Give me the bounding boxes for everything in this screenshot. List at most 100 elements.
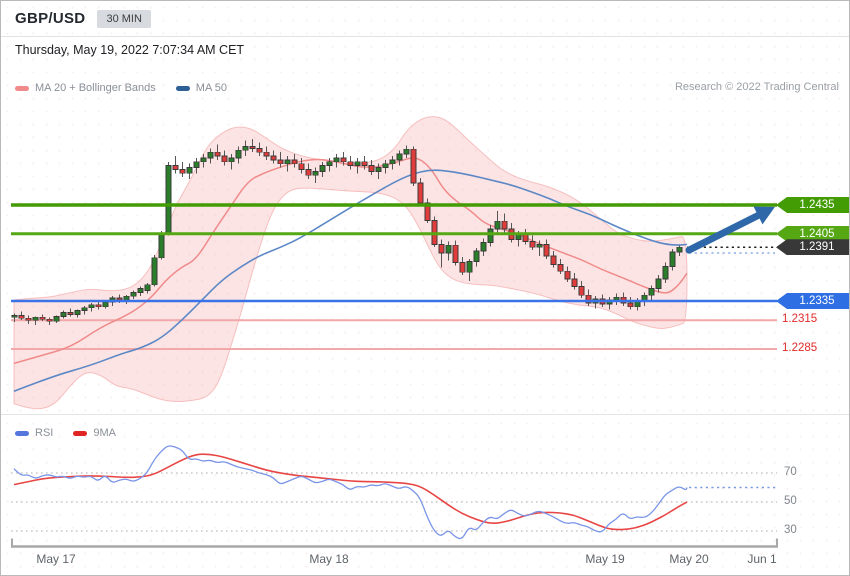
candle-up xyxy=(228,157,235,163)
candle-up xyxy=(32,316,39,321)
candle-up xyxy=(186,167,193,174)
ma20-bollinger-legend-label: MA 20 + Bollinger Bands xyxy=(35,82,156,94)
candle-up xyxy=(81,307,88,312)
x-axis-label-may-20: May 20 xyxy=(669,552,709,566)
candle-up xyxy=(102,301,109,308)
candle-down xyxy=(501,220,508,230)
candle-down xyxy=(361,161,368,167)
candle-down xyxy=(172,165,179,170)
candle-up xyxy=(382,163,389,168)
candle-down xyxy=(291,159,298,165)
candle-up xyxy=(480,242,487,252)
candle-up xyxy=(53,315,60,322)
rsi-9ma-swatch-icon xyxy=(73,430,88,436)
candle-up xyxy=(200,157,207,163)
legend-item-ma20-bollinger: MA 20 + Bollinger Bands xyxy=(15,82,156,94)
candle-down xyxy=(368,165,375,172)
panel-divider xyxy=(1,414,849,415)
legend-item-9ma: 9MA xyxy=(73,427,116,439)
rsi-scale-label-50: 50 xyxy=(784,495,797,507)
ma20-bollinger-swatch-icon xyxy=(15,85,29,91)
candle-down xyxy=(249,146,256,149)
candle-down xyxy=(410,148,417,184)
candle-down xyxy=(550,255,557,265)
candle-down xyxy=(95,304,102,308)
candle-up xyxy=(466,261,473,273)
trading-central-chart-widget: GBP/USD 30 MIN Thursday, May 19, 2022 7:… xyxy=(0,0,850,576)
candle-up xyxy=(473,250,480,263)
candle-down xyxy=(417,182,424,204)
candle-up xyxy=(137,288,144,293)
candle-down xyxy=(578,286,585,296)
candle-up xyxy=(487,228,494,243)
attribution-text: Research © 2022 Trading Central xyxy=(674,81,839,93)
symbol-title: GBP/USD xyxy=(15,10,86,27)
x-axis-label-jun-1: Jun 1 xyxy=(747,552,777,566)
rsi-9ma-line xyxy=(13,453,688,531)
candle-down xyxy=(459,262,466,273)
candle-up xyxy=(669,251,676,267)
x-axis-label-may-19: May 19 xyxy=(585,552,625,566)
legend-item-rsi: RSI xyxy=(15,427,53,439)
candle-up xyxy=(242,146,249,151)
ma50-swatch-icon xyxy=(175,85,190,91)
candle-up xyxy=(319,165,326,172)
rsi-scale-label-30: 30 xyxy=(784,524,797,536)
candle-down xyxy=(529,241,536,248)
candle-up xyxy=(445,244,452,254)
rsi-9ma-legend-label: 9MA xyxy=(93,427,116,439)
candle-down xyxy=(39,316,46,320)
legend-item-ma50: MA 50 xyxy=(175,82,227,94)
candle-down xyxy=(571,278,578,288)
rsi-legend: RSI 9MA xyxy=(15,427,116,439)
chart-datetime: Thursday, May 19, 2022 7:07:34 AM CET xyxy=(15,43,245,57)
candle-down xyxy=(298,163,305,170)
candle-up xyxy=(354,161,361,167)
candle-down xyxy=(214,151,221,157)
candle-down xyxy=(452,244,459,264)
price-tag-1.2335: 1.2335 xyxy=(776,293,849,309)
candle-down xyxy=(627,302,634,308)
candle-up xyxy=(662,266,669,280)
x-axis-label-may-17: May 17 xyxy=(36,552,76,566)
candle-up xyxy=(333,157,340,163)
candle-down xyxy=(67,312,74,315)
candle-up xyxy=(207,151,214,159)
candle-up xyxy=(193,161,200,168)
candle-up xyxy=(165,165,172,235)
candle-up xyxy=(312,170,319,176)
candle-up xyxy=(11,314,18,318)
rsi-swatch-icon xyxy=(15,430,29,436)
timeframe-badge: 30 MIN xyxy=(97,9,151,28)
candle-down xyxy=(277,159,284,165)
candle-down xyxy=(18,314,25,319)
candle-up xyxy=(494,220,501,230)
candle-up xyxy=(235,149,242,159)
rsi-legend-label: RSI xyxy=(35,427,54,439)
price-label-1.2315: 1.2315 xyxy=(782,313,818,326)
candle-down xyxy=(46,318,53,322)
candle-down xyxy=(543,243,550,257)
candle-down xyxy=(263,151,270,157)
candle-up xyxy=(389,159,396,165)
candle-up xyxy=(648,288,655,296)
candle-up xyxy=(403,148,410,155)
candle-down xyxy=(221,155,228,163)
candle-up xyxy=(158,233,165,259)
candle-up xyxy=(60,312,67,317)
candle-up xyxy=(88,304,95,309)
candle-up xyxy=(375,167,382,172)
candle-up xyxy=(151,257,158,286)
candle-up xyxy=(536,243,543,248)
candle-up xyxy=(396,153,403,161)
candle-up xyxy=(676,246,683,253)
chart-header: GBP/USD 30 MIN xyxy=(1,1,849,37)
price-tag-1.2435: 1.2435 xyxy=(776,197,849,213)
price-label-1.2285: 1.2285 xyxy=(782,342,818,354)
candle-up xyxy=(326,161,333,167)
candle-up xyxy=(284,159,291,165)
candle-up xyxy=(123,295,130,301)
price-tag-1.2391: 1.2391 xyxy=(776,239,849,256)
candle-up xyxy=(74,310,81,315)
price-legend: MA 20 + Bollinger Bands MA 50 xyxy=(15,82,227,94)
